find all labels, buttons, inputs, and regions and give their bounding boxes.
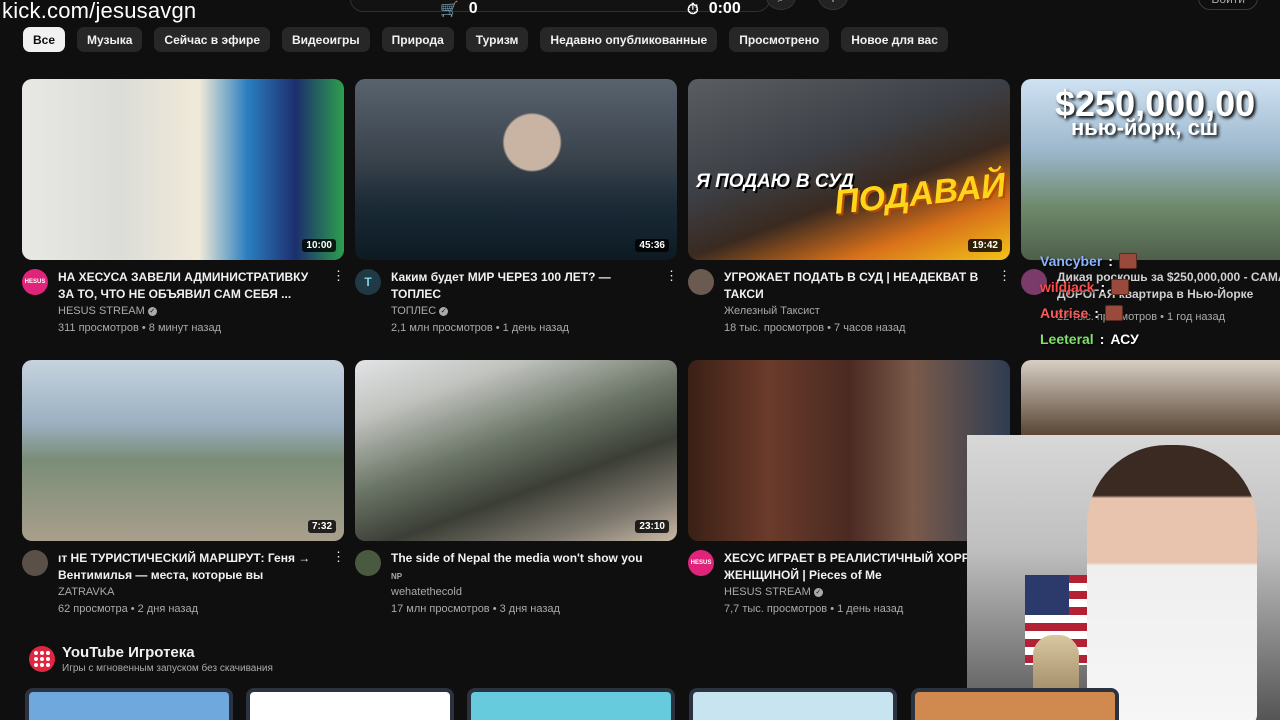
game-card[interactable]: [689, 688, 897, 720]
filter-chip[interactable]: Туризм: [465, 27, 529, 52]
filter-chip[interactable]: Недавно опубликованные: [540, 27, 718, 52]
video-title[interactable]: ХЕСУС ИГРАЕТ В РЕАЛИСТИЧНЫЙ ХОРРОР ЖЕНЩИ…: [724, 550, 990, 584]
video-card[interactable]: 23:10 The side of Nepal the media won't …: [355, 360, 677, 618]
verified-check-icon: ✓: [813, 587, 823, 597]
video-card[interactable]: 10:00 HESUS НА ХЕСУСА ЗАВЕЛИ АДМИНИСТРАТ…: [22, 79, 345, 337]
stream-chat-overlay: Vancyber: wildjack: Autrise: Leeteral: АСУ: [1040, 248, 1280, 352]
video-card[interactable]: HESUS ХЕСУС ИГРАЕТ В РЕАЛИСТИЧНЫЙ ХОРРОР…: [688, 360, 1010, 618]
video-stats: 2,1 млн просмотров • 1 день назад: [391, 322, 569, 334]
video-title[interactable]: Каким будет МИР ЧЕРЕЗ 100 ЛЕТ? — ТОПЛЕС: [391, 269, 657, 303]
video-title[interactable]: ıт НЕ ТУРИСТИЧЕСКИЙ МАРШРУТ: Геня → Вент…: [58, 550, 324, 584]
game-card[interactable]: [911, 688, 1119, 720]
video-thumbnail[interactable]: $250,000,00 нью-йорк, сш: [1021, 79, 1280, 260]
video-stats: 7,7 тыс. просмотров • 1 день назад: [724, 603, 904, 615]
chat-username: Leeteral: [1040, 331, 1094, 347]
video-thumbnail[interactable]: 23:10: [355, 360, 677, 541]
more-vert-icon[interactable]: ⋮: [998, 269, 1011, 282]
filter-chip[interactable]: Сейчас в эфире: [154, 27, 271, 52]
counter-value: 0: [468, 0, 478, 17]
video-duration: 23:10: [635, 520, 669, 533]
streamer-figure: [1087, 445, 1257, 720]
video-stats: 18 тыс. просмотров • 7 часов назад: [724, 322, 906, 334]
counter-overlay: 🛒 0: [440, 0, 478, 18]
video-card[interactable]: 45:36 T Каким будет МИР ЧЕРЕЗ 100 ЛЕТ? —…: [355, 79, 678, 337]
chat-emote-icon: [1111, 279, 1130, 295]
chat-emote-icon: [1104, 305, 1123, 321]
channel-avatar[interactable]: [22, 550, 48, 576]
channel-name[interactable]: wehatethecold: [391, 584, 657, 601]
more-vert-icon[interactable]: ⋮: [332, 269, 345, 282]
cart-icon: 🛒: [440, 1, 459, 18]
verified-check-icon: ✓: [439, 306, 449, 316]
create-button[interactable]: +: [818, 0, 848, 10]
timer-icon: ⏱: [687, 0, 699, 18]
voice-search-button[interactable]: ⌕: [766, 0, 796, 10]
filter-chip[interactable]: Музыка: [77, 27, 143, 52]
filter-chip[interactable]: Просмотрено: [729, 27, 830, 52]
video-stats: 17 млн просмотров • 3 дня назад: [391, 603, 560, 615]
video-card[interactable]: Я ПОДАЮ В СУД ПОДАВАЙ 19:42 УГРОЖАЕТ ПОД…: [688, 79, 1011, 337]
chat-username: wildjack: [1040, 279, 1095, 295]
filter-chip[interactable]: Природа: [381, 27, 454, 52]
video-thumbnail[interactable]: Я ПОДАЮ В СУД ПОДАВАЙ 19:42: [688, 79, 1010, 260]
channel-name[interactable]: HESUS STREAM ✓: [58, 303, 324, 320]
thumbnail-caption: нью-йорк, сш: [1071, 115, 1219, 140]
video-card[interactable]: 7:32 ıт НЕ ТУРИСТИЧЕСКИЙ МАРШРУТ: Геня →…: [22, 360, 345, 618]
filter-chip[interactable]: Все: [23, 27, 66, 52]
page-root: kick.com/jesusavgn 🛒 0 ⏱ 0:00 ⌕ + Войти …: [0, 0, 1280, 720]
channel-name[interactable]: Железный Таксист: [724, 303, 990, 320]
chat-message: Leeteral: АСУ: [1040, 331, 1139, 347]
shelf-subtitle: Игры с мгновенным запуском без скачивани…: [62, 663, 273, 674]
video-stats: 311 просмотров • 8 минут назад: [58, 322, 222, 334]
shelf-title[interactable]: YouTube Игротека: [62, 644, 195, 661]
video-title[interactable]: УГРОЖАЕТ ПОДАТЬ В СУД | НЕАДЕКВАТ В ТАКС…: [724, 269, 990, 303]
streamer-webcam: [967, 435, 1280, 720]
verified-check-icon: ✓: [147, 306, 157, 316]
filter-chip[interactable]: Новое для вас: [841, 27, 948, 52]
chat-username: Autrise: [1040, 305, 1089, 321]
game-card[interactable]: [467, 688, 675, 720]
channel-avatar[interactable]: [355, 550, 381, 576]
channel-avatar[interactable]: T: [355, 269, 381, 295]
video-duration: 19:42: [968, 239, 1002, 252]
channel-name[interactable]: ТОПЛЕС ✓: [391, 303, 657, 320]
chat-text: АСУ: [1110, 331, 1139, 347]
channel-avatar[interactable]: HESUS: [688, 550, 714, 576]
video-title[interactable]: The side of Nepal the media won't show y…: [391, 550, 657, 584]
chat-emote-icon: [1118, 253, 1137, 269]
stream-url-overlay: kick.com/jesusavgn: [2, 0, 197, 23]
video-thumbnail[interactable]: 45:36: [355, 79, 677, 260]
video-thumbnail[interactable]: [688, 360, 1010, 541]
chat-username: Vancyber: [1040, 253, 1103, 269]
timer-value: 0:00: [708, 0, 741, 17]
chat-message: Vancyber:: [1040, 248, 1280, 274]
channel-avatar[interactable]: HESUS: [22, 269, 48, 295]
more-vert-icon[interactable]: ⋮: [332, 550, 345, 563]
video-thumbnail[interactable]: 10:00: [22, 79, 344, 260]
channel-avatar[interactable]: [688, 269, 714, 295]
thumbnail-caption: ПОДАВАЙ: [832, 166, 1008, 222]
signin-button[interactable]: Войти: [1198, 0, 1258, 10]
video-thumbnail[interactable]: 7:32: [22, 360, 344, 541]
thumbnail-caption: Я ПОДАЮ В СУД: [696, 171, 854, 192]
game-card[interactable]: [246, 688, 454, 720]
video-duration: 45:36: [635, 239, 669, 252]
playables-icon: [29, 646, 55, 672]
game-card[interactable]: [25, 688, 233, 720]
video-duration: 10:00: [302, 239, 336, 252]
channel-name[interactable]: ZATRAVKA: [58, 584, 324, 601]
video-duration: 7:32: [307, 520, 336, 533]
more-vert-icon[interactable]: ⋮: [665, 269, 678, 282]
chat-message: Autrise:: [1040, 300, 1280, 326]
timer-overlay: ⏱ 0:00: [687, 0, 741, 18]
channel-name[interactable]: HESUS STREAM ✓: [724, 584, 990, 601]
filter-chip[interactable]: Видеоигры: [282, 27, 370, 52]
video-title[interactable]: НА ХЕСУСА ЗАВЕЛИ АДМИНИСТРАТИВКУ ЗА ТО, …: [58, 269, 324, 303]
filter-chips-bar: Все Музыка Сейчас в эфире Видеоигры Природа Т…: [23, 27, 948, 52]
chat-message: wildjack:: [1040, 274, 1280, 300]
video-stats: 62 просмотра • 2 дня назад: [58, 603, 198, 615]
